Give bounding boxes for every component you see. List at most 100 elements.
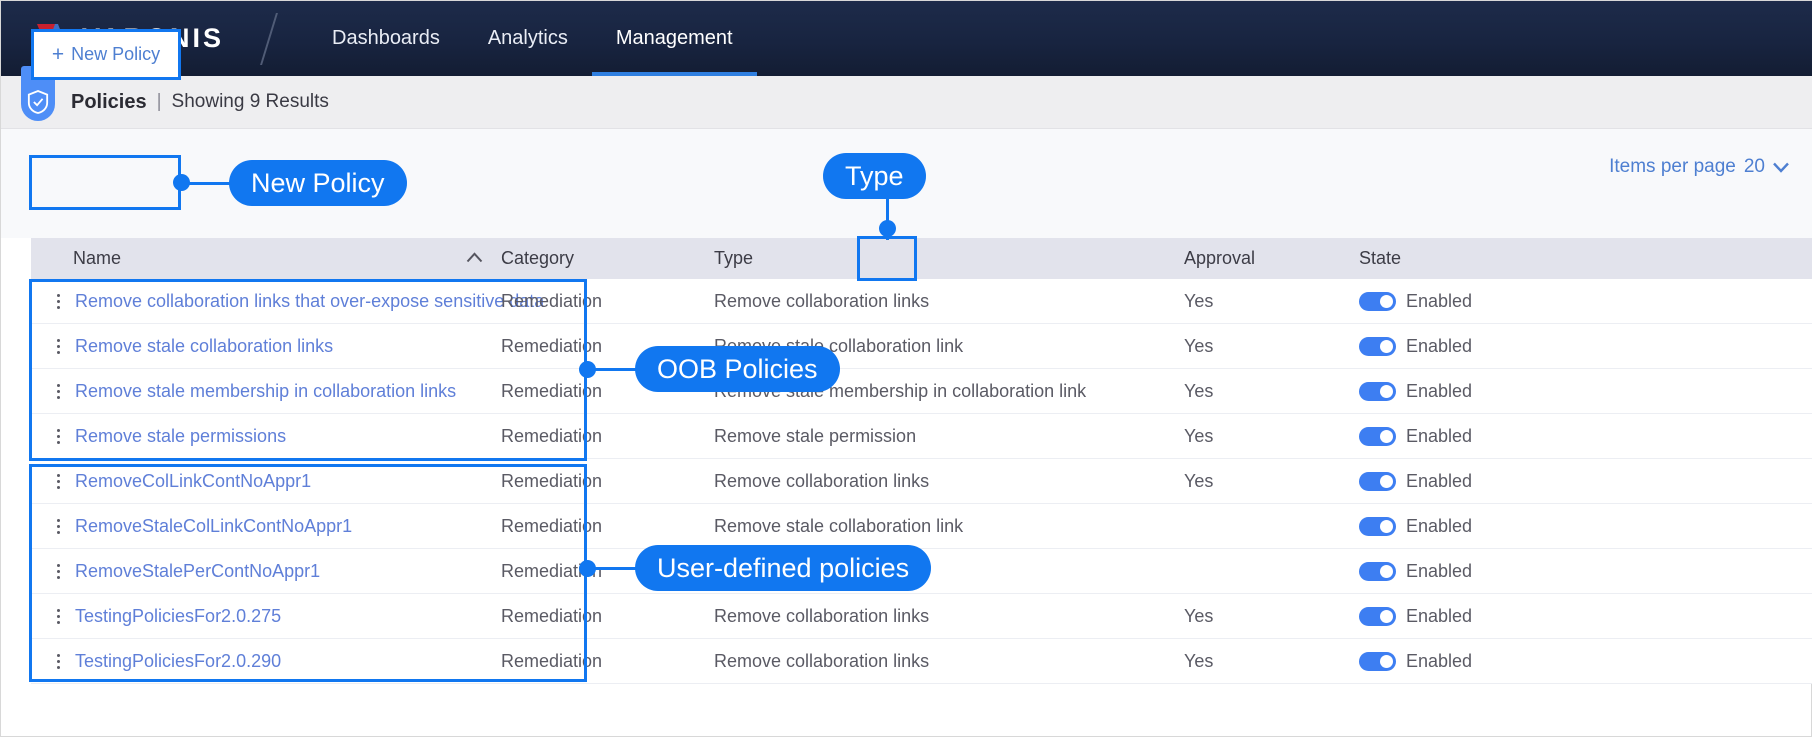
policy-name-link[interactable]: Remove stale permissions (75, 426, 286, 447)
policy-name-link[interactable]: RemoveStaleColLinkContNoAppr1 (75, 516, 352, 537)
cell-category: Remediation (501, 504, 714, 549)
cell-name[interactable]: TestingPoliciesFor2.0.290 (31, 639, 501, 684)
row-actions-menu-icon[interactable] (45, 429, 71, 444)
cell-approval: Yes (1184, 639, 1359, 684)
policy-name-link[interactable]: TestingPoliciesFor2.0.290 (75, 651, 281, 672)
policy-name-link[interactable]: RemoveColLinkContNoAppr1 (75, 471, 311, 492)
page-title: Policies (71, 91, 147, 114)
cell-state: Enabled (1359, 459, 1619, 504)
table-row[interactable]: TestingPoliciesFor2.0.290 RemediationRemo… (31, 639, 1812, 684)
policy-name-link[interactable]: Remove stale membership in collaboration… (75, 381, 456, 402)
policy-name-link[interactable]: Remove collaboration links that over-exp… (75, 291, 544, 312)
table-row[interactable]: Remove stale membership in collaboration… (31, 369, 1812, 414)
column-header-approval[interactable]: Approval (1184, 238, 1359, 279)
cell-name[interactable]: RemoveStaleColLinkContNoAppr1 (31, 504, 501, 549)
state-toggle[interactable] (1359, 292, 1396, 311)
items-per-page-selector[interactable]: Items per page 20 (1609, 156, 1789, 178)
cell-state: Enabled (1359, 639, 1619, 684)
state-toggle[interactable] (1359, 562, 1396, 581)
state-toggle[interactable] (1359, 472, 1396, 491)
cell-name[interactable]: TestingPoliciesFor2.0.275 (31, 594, 501, 639)
policies-page: VARONIS Dashboards Analytics Management … (0, 0, 1812, 737)
row-actions-menu-icon[interactable] (45, 339, 71, 354)
row-actions-menu-icon[interactable] (45, 519, 71, 534)
column-header-category[interactable]: Category (501, 238, 714, 279)
nav-item-analytics[interactable]: Analytics (464, 1, 592, 76)
policy-name-link[interactable]: RemoveStalePerContNoAppr1 (75, 561, 320, 582)
cell-type: Remove collaboration links (714, 639, 1184, 684)
nav-item-management[interactable]: Management (592, 1, 757, 76)
cell-category: Remediation (501, 279, 714, 324)
cell-name[interactable]: Remove stale permissions (31, 414, 501, 459)
cell-state: Enabled (1359, 549, 1619, 594)
column-header-type[interactable]: Type (714, 238, 1184, 279)
row-actions-menu-icon[interactable] (45, 609, 71, 624)
annotation-pill-oob-policies-label: OOB Policies (657, 354, 818, 385)
cell-name[interactable]: Remove stale membership in collaboration… (31, 369, 501, 414)
nav-item-analytics-label: Analytics (488, 27, 568, 50)
state-toggle[interactable] (1359, 382, 1396, 401)
table-row[interactable]: Remove collaboration links that over-exp… (31, 279, 1812, 324)
state-label: Enabled (1406, 651, 1472, 672)
nav-divider (260, 13, 278, 65)
annotation-pill-new-policy-label: New Policy (251, 168, 385, 199)
annotation-pill-user-defined-policies-label: User-defined policies (657, 553, 909, 584)
cell-category: Remediation (501, 639, 714, 684)
cell-type: Remove collaboration links (714, 459, 1184, 504)
cell-approval (1184, 504, 1359, 549)
column-header-state-label: State (1359, 248, 1401, 269)
cell-category: Remediation (501, 459, 714, 504)
policy-name-link[interactable]: TestingPoliciesFor2.0.275 (75, 606, 281, 627)
cell-approval: Yes (1184, 279, 1359, 324)
state-toggle[interactable] (1359, 607, 1396, 626)
column-header-name[interactable]: Name (31, 238, 501, 279)
state-toggle[interactable] (1359, 337, 1396, 356)
cell-approval: Yes (1184, 324, 1359, 369)
plus-icon: + (52, 43, 64, 67)
table-row[interactable]: RemoveColLinkContNoAppr1 RemediationRemov… (31, 459, 1812, 504)
cell-category: Remediation (501, 594, 714, 639)
cell-name[interactable]: Remove stale collaboration links (31, 324, 501, 369)
row-actions-menu-icon[interactable] (45, 654, 71, 669)
cell-state: Enabled (1359, 594, 1619, 639)
column-header-approval-label: Approval (1184, 248, 1255, 269)
page-header: Policies | Showing 9 Results (1, 76, 1812, 129)
annotation-knob-type (879, 220, 896, 237)
policy-name-link[interactable]: Remove stale collaboration links (75, 336, 333, 357)
nav-item-dashboards[interactable]: Dashboards (308, 1, 464, 76)
table-row[interactable]: RemoveStaleColLinkContNoAppr1 Remediation… (31, 504, 1812, 549)
state-toggle[interactable] (1359, 517, 1396, 536)
nav-item-dashboards-label: Dashboards (332, 27, 440, 50)
cell-category: Remediation (501, 414, 714, 459)
policies-table: Name Category Type Approval State Remove… (31, 238, 1812, 684)
sort-ascending-icon[interactable] (466, 250, 483, 267)
cell-name[interactable]: Remove collaboration links that over-exp… (31, 279, 501, 324)
cell-state: Enabled (1359, 504, 1619, 549)
annotation-pill-oob-policies: OOB Policies (635, 346, 840, 392)
column-header-state[interactable]: State (1359, 238, 1619, 279)
row-actions-menu-icon[interactable] (45, 294, 71, 309)
table-row[interactable]: Remove stale collaboration linksRemediat… (31, 324, 1812, 369)
new-policy-button[interactable]: + New Policy (31, 29, 181, 80)
state-label: Enabled (1406, 291, 1472, 312)
cell-approval: Yes (1184, 369, 1359, 414)
row-actions-menu-icon[interactable] (45, 564, 71, 579)
table-body: Remove collaboration links that over-exp… (31, 279, 1812, 684)
cell-name[interactable]: RemoveStalePerContNoAppr1 (31, 549, 501, 594)
cell-name[interactable]: RemoveColLinkContNoAppr1 (31, 459, 501, 504)
items-per-page-value: 20 (1744, 156, 1765, 178)
annotation-pill-user-defined-policies: User-defined policies (635, 545, 931, 591)
state-label: Enabled (1406, 471, 1472, 492)
row-actions-menu-icon[interactable] (45, 384, 71, 399)
table-row[interactable]: TestingPoliciesFor2.0.275 RemediationRemo… (31, 594, 1812, 639)
state-label: Enabled (1406, 516, 1472, 537)
table-row[interactable]: Remove stale permissionsRemediationRemov… (31, 414, 1812, 459)
annotation-knob-oob-policies (579, 361, 596, 378)
cell-type: Remove collaboration links (714, 594, 1184, 639)
row-actions-menu-icon[interactable] (45, 474, 71, 489)
cell-state: Enabled (1359, 369, 1619, 414)
state-toggle[interactable] (1359, 427, 1396, 446)
annotation-pill-type-label: Type (845, 161, 904, 192)
state-label: Enabled (1406, 426, 1472, 447)
state-toggle[interactable] (1359, 652, 1396, 671)
